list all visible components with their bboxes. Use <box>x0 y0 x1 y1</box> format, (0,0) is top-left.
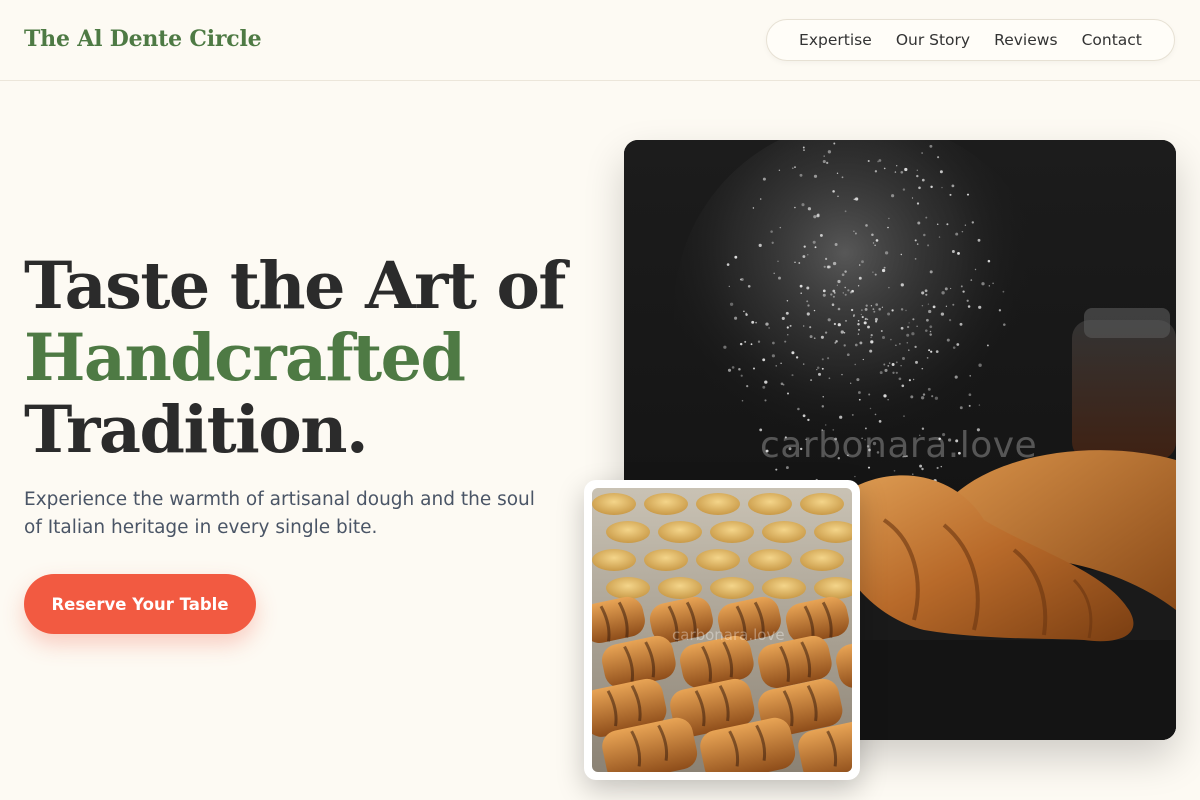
image-watermark: carbonara.love <box>760 425 1038 466</box>
nav-link-reviews[interactable]: Reviews <box>994 31 1057 49</box>
headline-line-3: Tradition. <box>24 392 369 468</box>
nav-link-expertise[interactable]: Expertise <box>799 31 872 49</box>
hero-subtitle: Experience the warmth of artisanal dough… <box>24 489 535 538</box>
nav-link-contact[interactable]: Contact <box>1082 31 1142 49</box>
reserve-table-button[interactable]: Reserve Your Table <box>24 574 256 634</box>
inset-photo-pastries: carbonara.love <box>584 480 860 780</box>
nav-link-our-story[interactable]: Our Story <box>896 31 970 49</box>
headline-line-2-accent: Handcrafted <box>24 320 466 396</box>
main-nav: Expertise Our Story Reviews Contact <box>766 19 1175 61</box>
site-header: The Al Dente Circle Expertise Our Story … <box>0 0 1200 81</box>
hero-headline: Taste the Art of Handcrafted Tradition. <box>24 250 584 466</box>
headline-line-1: Taste the Art of <box>24 248 566 324</box>
brand-logo[interactable]: The Al Dente Circle <box>24 26 262 52</box>
inset-watermark: carbonara.love <box>672 626 785 644</box>
